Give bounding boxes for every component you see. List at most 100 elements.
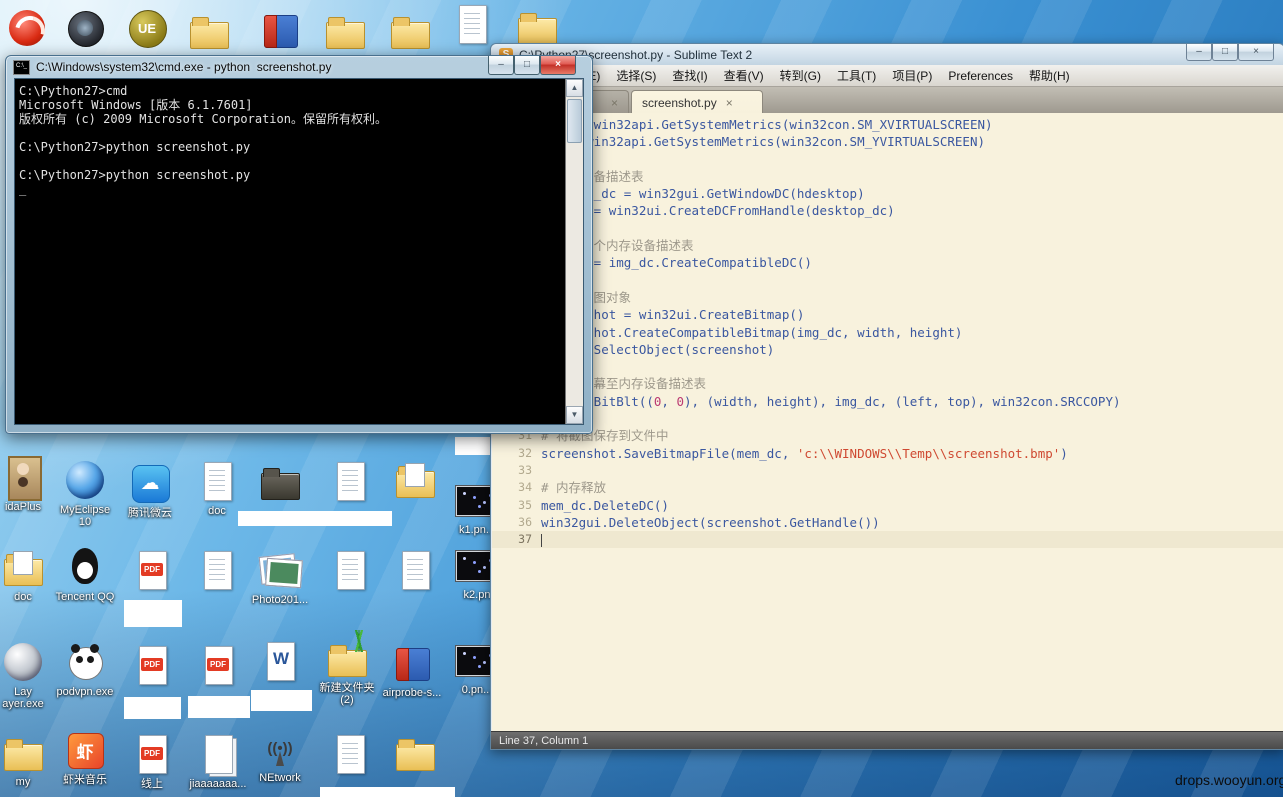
desktop-icon-doc[interactable]: doc [0,545,55,603]
cmd-minimize-button[interactable]: – [488,56,514,75]
icon-label: doc [208,505,226,517]
desktop-icon-jiaaaaaaa-[interactable]: jiaaaaaaa... [186,732,250,790]
cmd-maximize-button[interactable]: □ [514,56,540,75]
sublime-maximize-button[interactable]: □ [1212,44,1238,61]
desktop-icon-photo201-[interactable]: Photo201... [248,548,312,606]
redaction-box [455,437,492,455]
desktop-icon-folder[interactable] [383,730,447,774]
tab-close-icon[interactable]: × [611,97,618,109]
desktop-icon-folder[interactable] [248,459,312,503]
desktop-icon-my[interactable]: my [0,730,55,788]
code-line: 13left = win32api.GetSystemMetrics(win32… [492,116,1283,133]
desktop-icon-folder[interactable] [505,4,569,48]
sublime-close-button[interactable]: × [1238,44,1274,61]
stack-icon [196,732,240,776]
desktop-icon-folder[interactable] [313,8,377,52]
menu-item-i[interactable]: 查找(I) [664,65,715,86]
code-token: 0 [676,394,684,409]
line-number: 33 [492,462,541,479]
desktop-icon-pdf[interactable]: PDF [186,643,250,687]
code-token: mem_dc.DeleteDC() [541,498,669,513]
menu-item-preferences[interactable]: Preferences [940,67,1021,85]
desktop-icon-word[interactable]: W [248,639,312,683]
line-number: 37 [492,531,541,548]
antenna-icon: ((•)) [258,726,302,770]
menu-item-t[interactable]: 工具(T) [829,65,884,86]
code-text: win32gui.DeleteObject(screenshot.GetHand… [541,514,880,531]
desktop-icon--[interactable]: PDF线上 [120,732,184,790]
desktop-icon-doc[interactable] [185,548,249,592]
desktop-icon-idaplus[interactable]: idaPlus [0,455,55,513]
menu-item-p[interactable]: 项目(P) [884,65,940,86]
desktop-icon-pdf[interactable]: PDF [120,548,184,592]
desktop-icon-doc[interactable]: doc [185,459,249,517]
console-line: C:\Python27>cmd [19,84,561,98]
scroll-down-icon[interactable]: ▼ [566,406,583,424]
panda-icon [63,640,107,684]
tab-screenshot.py[interactable]: screenshot.py× [631,90,763,114]
cmd-close-button[interactable]: × [540,56,576,75]
code-text: left = win32api.GetSystemMetrics(win32co… [541,116,993,133]
console-line: C:\Python27>python screenshot.py [19,140,561,154]
code-line: 21mem_dc = img_dc.CreateCompatibleDC() [492,254,1283,271]
code-token: # 内存释放 [541,480,606,495]
sublime-titlebar[interactable]: S C:\Python27\screenshot.py - Sublime Te… [491,44,1283,65]
desktop-icon-ue[interactable]: UE [115,6,179,50]
scroll-up-icon[interactable]: ▲ [566,79,583,97]
code-token: screenshot.SaveBitmapFile(mem_dc, [541,446,797,461]
console-output[interactable]: C:\Python27>cmdMicrosoft Windows [版本 6.1… [15,79,565,424]
console-scrollbar[interactable]: ▲ ▼ [565,79,583,424]
code-token: left = win32api.GetSystemMetrics(win32co… [541,117,993,132]
code-text: mem_dc.DeleteDC() [541,497,669,514]
desktop-icon-swirl[interactable] [0,6,59,50]
desktop-icon-pdf[interactable]: PDF [120,643,184,687]
gadget-icon [63,6,107,50]
sublime-minimize-button[interactable]: – [1186,44,1212,61]
desktop-icon-doc[interactable] [318,459,382,503]
desktop-icon-network[interactable]: ((•))NEtwork [248,726,312,784]
icon-label: MyEclipse10 [60,504,110,528]
menu-item-v[interactable]: 查看(V) [716,65,772,86]
doc-icon [328,548,372,592]
doc-icon [450,2,494,46]
desktop-icon-doc[interactable] [318,732,382,776]
scrollbar-thumb[interactable] [567,99,582,143]
desktop-icon--2-[interactable]: 新建文件夹(2) [315,636,379,706]
menu-item-s[interactable]: 选择(S) [608,65,664,86]
code-line: 23# 创建位图对象 [492,289,1283,306]
qq-icon [63,545,107,589]
desktop-icon-doc[interactable] [383,548,447,592]
tab-close-icon[interactable]: × [726,97,733,109]
desktop-icon-podvpn-exe[interactable]: podvpn.exe [53,640,117,698]
folder-icon [325,636,369,680]
desktop-icon-myeclipse-10[interactable]: MyEclipse10 [53,458,117,528]
scrollbar-track[interactable] [566,97,583,406]
icon-label: idaPlus [5,501,41,513]
redaction-box [188,696,250,718]
desktop-icon-doc[interactable] [318,548,382,592]
desktop-icon-lay-ayer-exe[interactable]: Layayer.exe [0,640,55,710]
desktop-icon-archive[interactable] [248,8,312,52]
code-line: 29mem_dc.BitBlt((0, 0), (width, height),… [492,393,1283,410]
desktop-icon-gadget[interactable] [53,6,117,50]
sublime-editor[interactable]: 13left = win32api.GetSystemMetrics(win32… [492,113,1283,732]
icon-label: Tencent QQ [56,591,115,603]
desktop-icon-doc[interactable] [440,2,504,46]
icon-glyph: 虾 [77,738,94,763]
desktop-icon-tencent-qq[interactable]: Tencent QQ [53,545,117,603]
pdf-icon: PDF [130,732,174,776]
desktop-icon-folder[interactable] [378,8,442,52]
icon-glyph: UE [138,21,156,36]
desktop-icon-airprobe-s-[interactable]: airprobe-s... [380,641,444,699]
desktop-icon-folder[interactable] [177,8,241,52]
desktop-icon--[interactable]: 虾虾米音乐 [53,728,117,786]
cmd-app-icon: C:\_ [13,60,30,75]
menu-item-g[interactable]: 转到(G) [772,65,829,86]
icon-label: airprobe-s... [383,687,442,699]
redaction-box [124,600,182,627]
console-line [19,126,561,140]
menu-item-h[interactable]: 帮助(H) [1021,65,1078,86]
desktop-icon-folder[interactable] [383,457,447,501]
desktop-icon--[interactable]: ☁腾讯微云 [118,461,182,519]
code-line: 19 [492,220,1283,237]
